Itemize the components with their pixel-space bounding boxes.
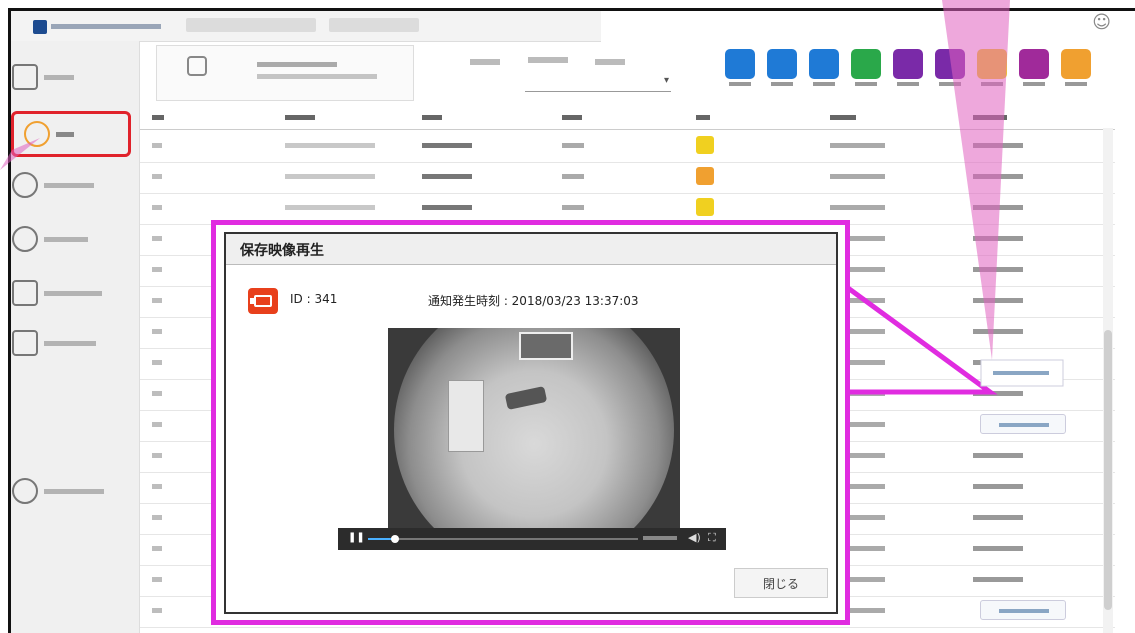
bed-icon (851, 49, 881, 79)
fullscreen-icon[interactable]: ⛶ (708, 531, 716, 545)
volume-icon[interactable]: ◀) (688, 531, 701, 544)
user-add-icon (12, 226, 38, 252)
browser-tab[interactable] (186, 18, 316, 32)
video-controls: ❚❚ ◀) ⛶ (338, 528, 726, 550)
document-icon (12, 330, 38, 356)
search-panel[interactable] (156, 45, 414, 101)
chevron-down-icon: ▾ (663, 75, 669, 86)
type-filter-button[interactable] (764, 49, 800, 86)
sidebar-item-users[interactable] (12, 172, 94, 198)
app-logo (33, 19, 163, 35)
type-filter-button[interactable] (848, 49, 884, 86)
camera-frame (394, 328, 674, 548)
logo-icon (33, 20, 47, 34)
filter-select[interactable]: ▾ (525, 73, 671, 92)
close-button[interactable]: 閉じる (734, 568, 828, 598)
call-icon (1061, 49, 1091, 79)
sidebar-item-groups[interactable] (12, 280, 102, 306)
browser-tab-strip (11, 11, 601, 42)
type-filter-button[interactable] (806, 49, 842, 86)
browser-tab[interactable] (329, 18, 419, 32)
type-filter-button[interactable] (722, 49, 758, 86)
dialog-header: 保存映像再生 (226, 234, 836, 265)
type-filter-button[interactable] (932, 49, 968, 86)
alert-type-icon (696, 167, 714, 185)
home-icon (12, 64, 38, 90)
fall-alert-icon (977, 49, 1007, 79)
search-icon (187, 56, 207, 76)
sidebar-item-home[interactable] (12, 64, 74, 90)
type-filter-icons (722, 49, 1094, 86)
table-header (140, 107, 1115, 130)
notified-time: 通知発生時刻 : 2018/03/23 13:37:03 (428, 294, 639, 308)
user-icon (12, 172, 38, 198)
group-icon (12, 280, 38, 306)
settings-icon (12, 478, 38, 504)
fall-icon (809, 49, 839, 79)
pause-icon[interactable]: ❚❚ (348, 532, 365, 543)
sidebar-item-alerts[interactable] (24, 121, 74, 147)
scroll-thumb[interactable] (1104, 330, 1112, 610)
alert-icon (24, 121, 50, 147)
time-display (643, 536, 677, 540)
chat-icon[interactable]: ☺ (1092, 12, 1111, 33)
wander-icon (1019, 49, 1049, 79)
download-button[interactable] (980, 414, 1066, 434)
sidebar-item-reports[interactable] (12, 330, 96, 356)
progress-handle[interactable] (391, 535, 399, 543)
type-filter-button[interactable] (1058, 49, 1094, 86)
sidebar-item-settings[interactable] (12, 478, 104, 504)
video-playback-dialog: 保存映像再生 ID : 341 通知発生時刻 : 2018/03/23 13:3… (224, 232, 838, 614)
alert-type-icon (696, 136, 714, 154)
dialog-title: 保存映像再生 (240, 243, 324, 259)
sensor-icon (893, 49, 923, 79)
door-icon (767, 49, 797, 79)
video-record-icon (248, 288, 278, 314)
type-filter-button[interactable] (1016, 49, 1052, 86)
type-filter-button[interactable] (890, 49, 926, 86)
video-progress-bar[interactable] (368, 535, 638, 543)
monitor-icon (935, 49, 965, 79)
video-player[interactable] (388, 328, 680, 548)
all-icon (725, 49, 755, 79)
alert-id: ID : 341 (290, 292, 338, 306)
type-filter-button[interactable] (974, 49, 1010, 86)
toolbar: ▾ (140, 41, 1115, 107)
table-row[interactable] (140, 129, 1115, 163)
table-row[interactable] (140, 160, 1115, 194)
sidebar-item-user-register[interactable] (12, 226, 88, 252)
download-button[interactable] (980, 600, 1066, 620)
alert-type-icon (696, 198, 714, 216)
